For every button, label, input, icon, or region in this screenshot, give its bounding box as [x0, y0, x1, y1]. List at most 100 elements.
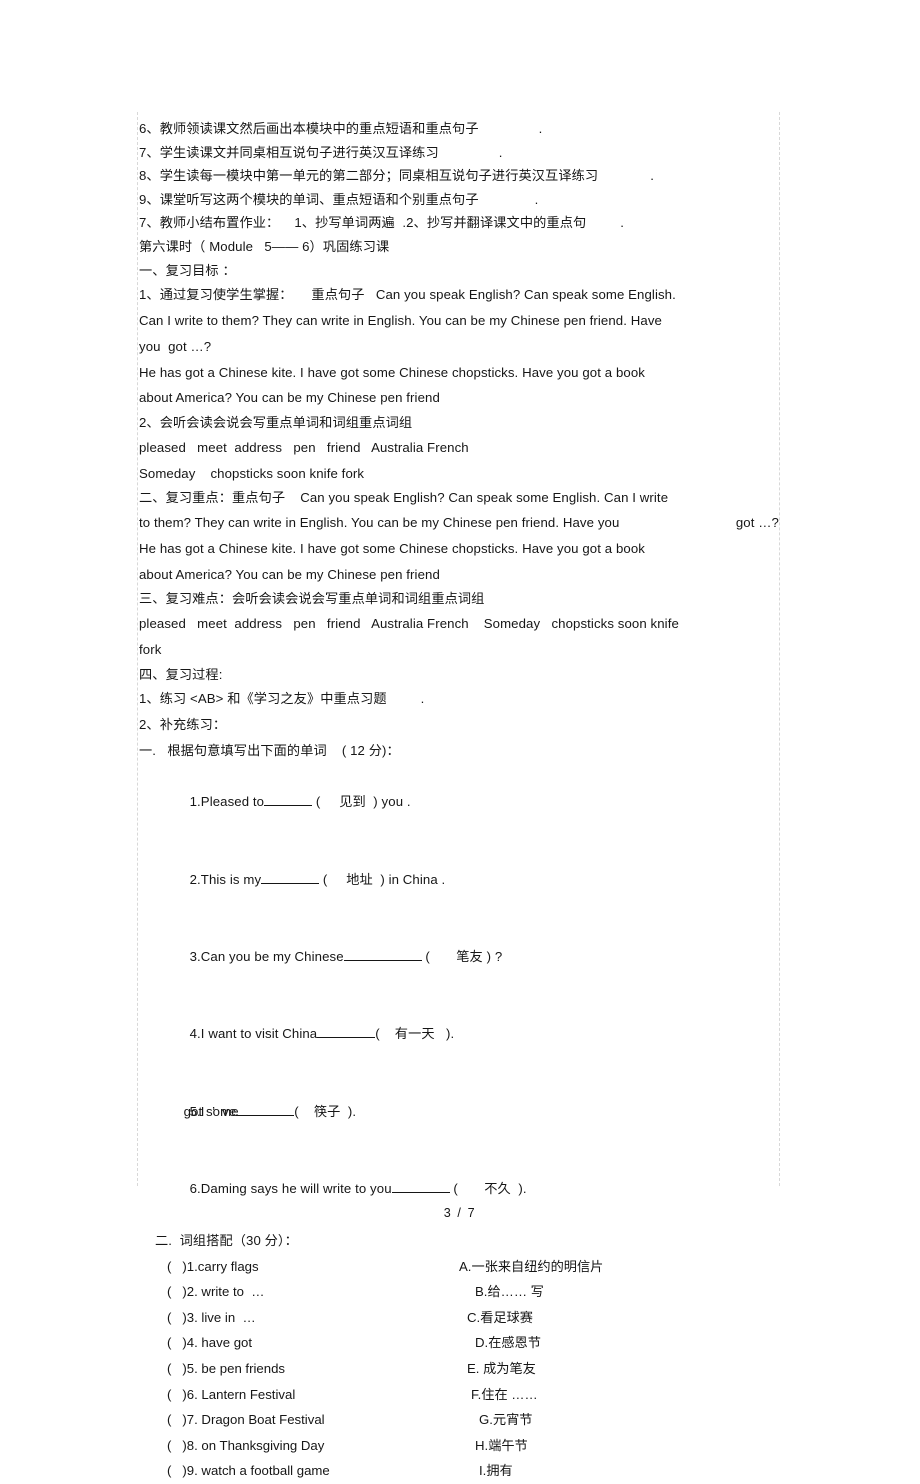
- exercise-one-item-2-text: This is my: [200, 871, 262, 887]
- exercise-one-item-4-blank[interactable]: [317, 1037, 376, 1039]
- exercise-one-item-5-overlapped-glyphs: 5.I ’ ve got some: [184, 1099, 239, 1125]
- match-row[interactable]: ( )2. write to … B.给…… 写: [139, 1279, 779, 1305]
- match-row-left-9: ( )9. watch a football game: [167, 1463, 330, 1479]
- exercise-two-heading: 二. 词组搭配（30 分）：: [155, 1232, 298, 1248]
- match-row-left-6: ( )6. Lantern Festival: [167, 1386, 296, 1402]
- section-two-extra-2: about America? You can be my Chinese pen…: [139, 566, 440, 582]
- section-three-words-1: pleased meet address pen friend Australi…: [139, 615, 679, 631]
- match-row-right-1: A.一张来自纽约的明信片: [459, 1258, 604, 1274]
- lesson-step-8-text: 8、学生读每一模块中第一单元的第二部分；同桌相互说句子进行英汉互译练习: [139, 168, 599, 184]
- exercise-one-item-1: 1.Pleased to ( 见到 ) you .: [139, 763, 779, 840]
- lesson-step-9: 9、课堂听写这两个模块的单词、重点短语和个别重点句子 .: [139, 188, 779, 212]
- exercise-one-item-1-hint: ( 见到 ) you .: [315, 794, 411, 810]
- match-row-right-5: E. 成为笔友: [467, 1361, 536, 1376]
- match-row-right-9: I.拥有: [479, 1463, 513, 1479]
- exercise-one-item-6-hint: ( 不久 ).: [453, 1181, 527, 1197]
- section-two-heading: 二、复习重点：重点句子 Can you speak English? Can s…: [139, 490, 669, 506]
- section-four-item1-text: 1、练习 <AB> 和《学习之友》中重点习题: [139, 691, 387, 707]
- match-row-left-3: ( )3. live in …: [167, 1309, 256, 1325]
- document-content: 6、教师领读课文然后画出本模块中的重点短语和重点句子 . 7、学生读课文并同桌相…: [139, 117, 779, 1484]
- page-sheet: 6、教师领读课文然后画出本模块中的重点短语和重点句子 . 7、学生读课文并同桌相…: [0, 0, 920, 1478]
- match-row[interactable]: ( )9. watch a football game I.拥有: [139, 1458, 779, 1484]
- section-three-heading: 三、复习难点：会听会读会说会写重点单词和词组重点词组: [139, 591, 485, 607]
- lesson-step-6-dot: .: [538, 121, 543, 136]
- section-one-heading: 一、复习目标 ：: [139, 262, 236, 278]
- lesson-step-homework-dot: .: [620, 215, 625, 231]
- section-one-item1-cont-1: Can I write to them? They can write in E…: [139, 312, 662, 328]
- exercise-one-item-5-blank[interactable]: [236, 1114, 295, 1116]
- exercise-one-item-2-hint: ( 地址 ) in China .: [322, 871, 446, 887]
- section-one-item1-extra-2: about America? You can be my Chinese pen…: [139, 390, 440, 406]
- lesson-step-7-text: 7、学生读课文并同桌相互说句子进行英汉互译练习: [139, 144, 439, 160]
- section-one-item1-extra-1: He has got a Chinese kite. I have got so…: [139, 364, 645, 380]
- lesson-step-homework: 7、教师小结布置作业： 1、抄写单词两遍 .2、抄写并翻译课文中的重点句 .: [139, 211, 779, 235]
- section-one-words-1: pleased meet address pen friend Australi…: [139, 439, 469, 455]
- exercise-one-item-3-hint: ( 笔友 ) ?: [425, 949, 503, 965]
- exercise-one-heading: 一. 根据句意填写出下面的单词 ( 12 分)：: [139, 742, 400, 758]
- match-row-left-7: ( )7. Dragon Boat Festival: [167, 1412, 325, 1428]
- exercise-one-item-1-blank[interactable]: [264, 805, 313, 807]
- page-left-rule: [137, 112, 138, 1186]
- lesson-step-9-dot: .: [534, 191, 539, 207]
- exercise-one-item-4-num: 4.: [189, 1026, 201, 1042]
- match-row[interactable]: ( )3. live in … C.看足球赛: [139, 1305, 779, 1331]
- section-two-extra-1: He has got a Chinese kite. I have got so…: [139, 540, 645, 556]
- exercise-one-item-2-num: 2.: [189, 871, 201, 887]
- page-number: 3 / 7: [443, 1206, 477, 1220]
- exercise-one-item-1-num: 1.: [189, 794, 201, 810]
- section-two-wrapped-left: to them? They can write in English. You …: [139, 514, 620, 530]
- exercise-one-item-4-text: I want to visit China: [200, 1026, 318, 1042]
- lesson-step-7-dot: .: [498, 144, 503, 160]
- lesson-step-8: 8、学生读每一模块中第一单元的第二部分；同桌相互说句子进行英汉互译练习 .: [139, 164, 779, 188]
- match-row[interactable]: ( )8. on Thanksgiving Day H.端午节: [139, 1433, 779, 1459]
- page-right-rule: [779, 112, 780, 1186]
- exercise-one-item-6-text: Daming says he will write to you: [200, 1181, 392, 1197]
- section-two-wrapped-line: to them? They can write in English. You …: [139, 510, 779, 536]
- match-row-left-4: ( )4. have got: [167, 1335, 253, 1351]
- exercise-one-item-5-overlay: got some: [183, 1103, 239, 1119]
- section-four-heading: 四、复习过程:: [139, 666, 223, 682]
- match-row-right-7: G.元宵节: [479, 1412, 533, 1428]
- exercise-one-item-3-num: 3.: [189, 949, 201, 965]
- match-row-right-4: D.在感恩节: [475, 1335, 541, 1351]
- exercise-one-item-2-blank[interactable]: [261, 882, 320, 884]
- exercise-one-item-3: 3.Can you be my Chinese ( 笔友 ) ?: [139, 918, 779, 995]
- section-two-wrapped-right: got …?: [735, 514, 779, 530]
- lesson-step-7: 7、学生读课文并同桌相互说句子进行英汉互译练习 .: [139, 141, 779, 165]
- match-row-left-1: ( )1.carry flags: [167, 1258, 259, 1274]
- match-row-left-2: ( )2. write to …: [167, 1284, 265, 1300]
- lesson-step-9-text: 9、课堂听写这两个模块的单词、重点短语和个别重点句子: [139, 191, 479, 207]
- match-row-right-8: H.端午节: [475, 1437, 528, 1453]
- lesson-step-8-dot: .: [650, 168, 654, 184]
- exercise-one-item-4: 4.I want to visit China ( 有一天 ).: [139, 996, 779, 1073]
- match-row[interactable]: ( )7. Dragon Boat Festival G.元宵节: [139, 1407, 779, 1433]
- match-row-right-2: B.给…… 写: [475, 1284, 544, 1300]
- exercise-one-item-3-blank[interactable]: [343, 960, 422, 962]
- section-four-item1: 1、练习 <AB> 和《学习之友》中重点习题 .: [139, 686, 779, 712]
- match-row-left-5: ( )5. be pen friends: [167, 1361, 286, 1376]
- section-one-words-2: Someday chopsticks soon knife fork: [139, 465, 365, 481]
- lesson-step-homework-text: 7、教师小结布置作业： 1、抄写单词两遍 .2、抄写并翻译课文中的重点句: [139, 215, 587, 231]
- match-row[interactable]: ( )6. Lantern Festival F.住在 ……: [139, 1382, 779, 1408]
- lesson-step-6: 6、教师领读课文然后画出本模块中的重点短语和重点句子 .: [139, 117, 779, 141]
- match-row-right-3: C.看足球赛: [467, 1309, 533, 1325]
- section-four-item2: 2、补充练习：: [139, 716, 227, 732]
- match-row[interactable]: ( )1.carry flags A.一张来自纽约的明信片: [139, 1254, 779, 1280]
- section-three-words-2: fork: [139, 641, 162, 657]
- exercise-one-item-3-text: Can you be my Chinese: [200, 949, 344, 965]
- exercise-one-item-2: 2.This is my ( 地址 ) in China .: [139, 841, 779, 918]
- match-row[interactable]: ( )5. be pen friends E. 成为笔友: [139, 1356, 779, 1382]
- match-row[interactable]: ( )4. have got D.在感恩节: [139, 1330, 779, 1356]
- exercise-one-item-4-hint: ( 有一天 ).: [375, 1026, 455, 1042]
- lesson-step-6-text: 6、教师领读课文然后画出本模块中的重点短语和重点句子: [139, 121, 479, 136]
- section-one-item2-heading: 2、会听会读会说会写重点单词和词组重点词组: [139, 415, 413, 431]
- exercise-one-item-5-hint: ( 筷子 ).: [294, 1103, 357, 1119]
- period-heading: 第六课时（ Module 5—— 6）巩固练习课: [139, 238, 390, 254]
- match-row-right-6: F.住在 ……: [471, 1386, 538, 1402]
- exercise-one-item-5: 5.I ’ ve got some ( 筷子 ).: [139, 1073, 779, 1150]
- section-one-item1-cont-2: you got …?: [139, 338, 212, 354]
- match-row-left-8: ( )8. on Thanksgiving Day: [167, 1437, 325, 1453]
- exercise-one-item-6-blank[interactable]: [391, 1192, 450, 1194]
- exercise-one-item-1-text: Pleased to: [200, 794, 265, 810]
- section-four-item1-dot: .: [420, 691, 425, 707]
